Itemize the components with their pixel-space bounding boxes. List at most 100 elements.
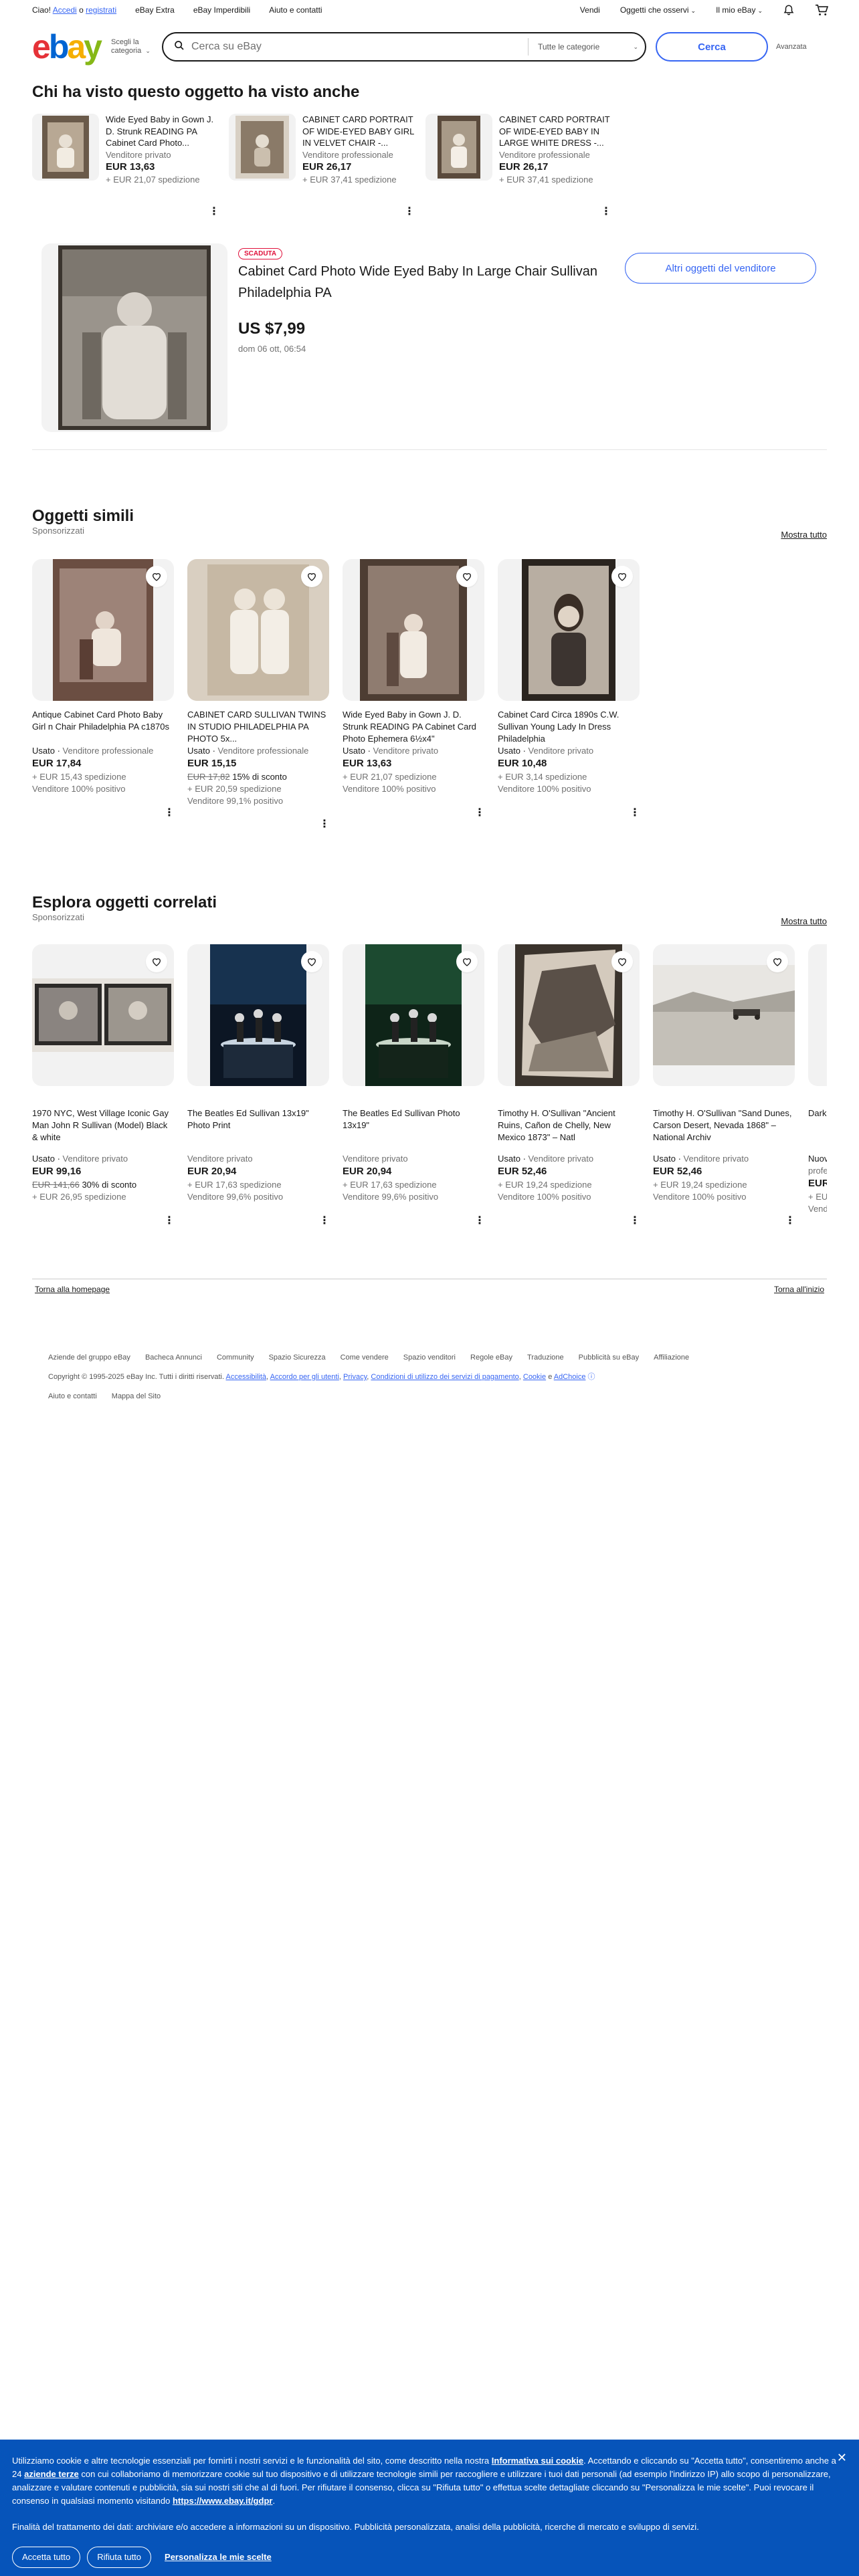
item-image	[187, 559, 329, 701]
footer-link[interactable]: Aziende del gruppo eBay	[48, 1354, 130, 1362]
bell-icon[interactable]	[783, 4, 795, 16]
related-item-card[interactable]: Dark Phot Nuov profe EUR + EU Vend	[808, 944, 827, 1214]
footer-link[interactable]: Bacheca Annunci	[145, 1354, 202, 1362]
related-item-card[interactable]: The Beatles Ed Sullivan 13x19" Photo Pri…	[187, 944, 330, 1228]
seller-feedback: Venditore 99,6% positivo	[187, 1191, 284, 1202]
search-input[interactable]	[191, 41, 528, 53]
similar-item-card[interactable]: Cabinet Card Circa 1890s C.W. Sullivan Y…	[498, 559, 640, 821]
chevron-down-icon: ⌄	[633, 43, 638, 50]
category-select[interactable]: Tutte le categorie ⌄	[527, 38, 638, 56]
viewed-also-item[interactable]: CABINET CARD PORTRAIT OF WIDE-EYED BABY …	[425, 114, 613, 186]
footer-link[interactable]: Community	[217, 1354, 254, 1362]
reject-all-button[interactable]: Rifiuta tutto	[87, 2547, 152, 2569]
related-item-card[interactable]: The Beatles Ed Sullivan Photo 13x19" Ven…	[343, 944, 485, 1228]
cart-icon[interactable]	[815, 4, 829, 16]
footer-link[interactable]: Mappa del Sito	[112, 1392, 161, 1400]
heart-icon[interactable]	[301, 951, 322, 972]
cookie-policy-link[interactable]: Informativa sui cookie	[492, 2456, 583, 2466]
watchlist-menu[interactable]: Oggetti che osservi ⌄	[620, 5, 696, 15]
more-options-icon[interactable]: ⋮	[343, 806, 485, 821]
main-item-end-date: dom 06 ott, 06:54	[238, 344, 306, 354]
legal-link[interactable]: Condizioni di utilizzo dei servizi di pa…	[371, 1373, 518, 1381]
header: ebay Scegli la categoria ⌄ Tutte le cate…	[32, 28, 827, 66]
more-options-icon[interactable]: ⋮	[187, 1214, 330, 1228]
advanced-search-link[interactable]: Avanzata	[776, 43, 807, 51]
more-options-icon[interactable]: ⋮	[653, 1214, 795, 1228]
back-to-top-link[interactable]: Torna all'inizio	[774, 1285, 824, 1294]
similar-section-header: Oggetti simili Sponsorizzati Mostra tutt…	[32, 507, 827, 547]
show-all-link[interactable]: Mostra tutto	[781, 916, 827, 926]
ebay-extra-link[interactable]: eBay Extra	[135, 5, 175, 15]
close-icon[interactable]: ✕	[837, 2449, 847, 2468]
viewed-also-item[interactable]: CABINET CARD PORTRAIT OF WIDE-EYED BABY …	[229, 114, 416, 186]
legal-link[interactable]: Accordo per gli utenti	[270, 1373, 339, 1381]
ebay-logo[interactable]: ebay	[32, 30, 102, 64]
sponsored-label: Sponsorizzati	[32, 912, 85, 922]
gdpr-link[interactable]: https://www.ebay.it/gdpr	[173, 2496, 273, 2506]
adchoice-link[interactable]: AdChoice	[554, 1373, 586, 1381]
third-parties-link[interactable]: aziende terze	[24, 2469, 79, 2479]
related-item-card[interactable]: Timothy H. O'Sullivan "Sand Dunes, Carso…	[653, 944, 795, 1228]
legal-link[interactable]: Accessibilità	[226, 1373, 267, 1381]
back-to-home-link[interactable]: Torna alla homepage	[35, 1285, 110, 1294]
item-title: Antique Cabinet Card Photo Baby Girl n C…	[32, 710, 169, 732]
more-options-icon[interactable]: ⋮	[343, 1214, 485, 1228]
sell-link[interactable]: Vendi	[580, 5, 600, 15]
legal-link[interactable]: Privacy	[343, 1373, 367, 1381]
footer-link[interactable]: Come vendere	[341, 1354, 389, 1362]
chevron-down-icon: ⌄	[145, 47, 151, 54]
item-price: EUR 13,63	[343, 757, 392, 769]
heart-icon[interactable]	[611, 566, 633, 587]
my-ebay-menu[interactable]: Il mio eBay ⌄	[716, 5, 763, 15]
heart-icon[interactable]	[301, 566, 322, 587]
similar-item-card[interactable]: CABINET CARD SULLIVAN TWINS IN STUDIO PH…	[187, 559, 330, 833]
footer-links-secondary: Aiuto e contatti Mappa del Sito	[48, 1392, 161, 1400]
register-link[interactable]: registrati	[86, 5, 116, 15]
item-image	[187, 944, 329, 1086]
legal-link[interactable]: Cookie	[523, 1373, 546, 1381]
more-options-icon[interactable]: ⋮	[32, 1214, 175, 1228]
footer-link[interactable]: Spazio venditori	[403, 1354, 456, 1362]
cookie-purpose: Finalità del trattamento dei dati: archi…	[12, 2521, 699, 2532]
shop-by-category-button[interactable]: Scegli la categoria ⌄	[111, 38, 154, 56]
footer-link[interactable]: Affiliazione	[654, 1354, 689, 1362]
more-options-icon[interactable]: ⋮	[601, 205, 611, 218]
more-options-icon[interactable]: ⋮	[187, 817, 330, 832]
login-link[interactable]: Accedi	[53, 5, 77, 15]
more-options-icon[interactable]: ⋮	[32, 806, 175, 821]
shipping: + EUR 21,07 spedizione	[106, 175, 200, 185]
item-image	[32, 114, 99, 181]
similar-item-card[interactable]: Wide Eyed Baby in Gown J. D. Strunk READ…	[343, 559, 485, 821]
footer-link[interactable]: Regole eBay	[470, 1354, 512, 1362]
help-contact-link[interactable]: Aiuto e contatti	[269, 5, 322, 15]
footer-link[interactable]: Aiuto e contatti	[48, 1392, 97, 1400]
item-image	[343, 559, 484, 701]
ebay-deals-link[interactable]: eBay Imperdibili	[193, 5, 250, 15]
customize-choices-link[interactable]: Personalizza le mie scelte	[165, 2551, 272, 2564]
footer-link[interactable]: Spazio Sicurezza	[269, 1354, 326, 1362]
footer-link[interactable]: Traduzione	[527, 1354, 564, 1362]
item-price: EUR 13,63	[106, 161, 155, 173]
viewed-also-item[interactable]: Wide Eyed Baby in Gown J. D. Strunk READ…	[32, 114, 219, 186]
heart-icon[interactable]	[456, 951, 478, 972]
more-options-icon[interactable]: ⋮	[498, 1214, 640, 1228]
similar-item-card[interactable]: Antique Cabinet Card Photo Baby Girl n C…	[32, 559, 175, 821]
heart-icon[interactable]	[146, 951, 167, 972]
heart-icon[interactable]	[611, 951, 633, 972]
heart-icon[interactable]	[456, 566, 478, 587]
related-item-card[interactable]: 1970 NYC, West Village Iconic Gay Man Jo…	[32, 944, 175, 1228]
heart-icon[interactable]	[146, 566, 167, 587]
related-item-card[interactable]: Timothy H. O'Sullivan "Ancient Ruins, Ca…	[498, 944, 640, 1228]
more-options-icon[interactable]: ⋮	[404, 205, 415, 218]
search-button[interactable]: Cerca	[655, 32, 768, 62]
heart-icon[interactable]	[767, 951, 788, 972]
show-all-link[interactable]: Mostra tutto	[781, 530, 827, 540]
main-item-image[interactable]	[41, 243, 227, 432]
seller-type: profe	[808, 1165, 827, 1176]
footer-link[interactable]: Pubblicità su eBay	[579, 1354, 640, 1362]
more-options-icon[interactable]: ⋮	[498, 806, 640, 821]
accept-all-button[interactable]: Accetta tutto	[12, 2547, 81, 2569]
seller-other-items-button[interactable]: Altri oggetti del venditore	[625, 253, 816, 284]
more-options-icon[interactable]: ⋮	[209, 205, 219, 218]
item-image	[425, 114, 492, 181]
